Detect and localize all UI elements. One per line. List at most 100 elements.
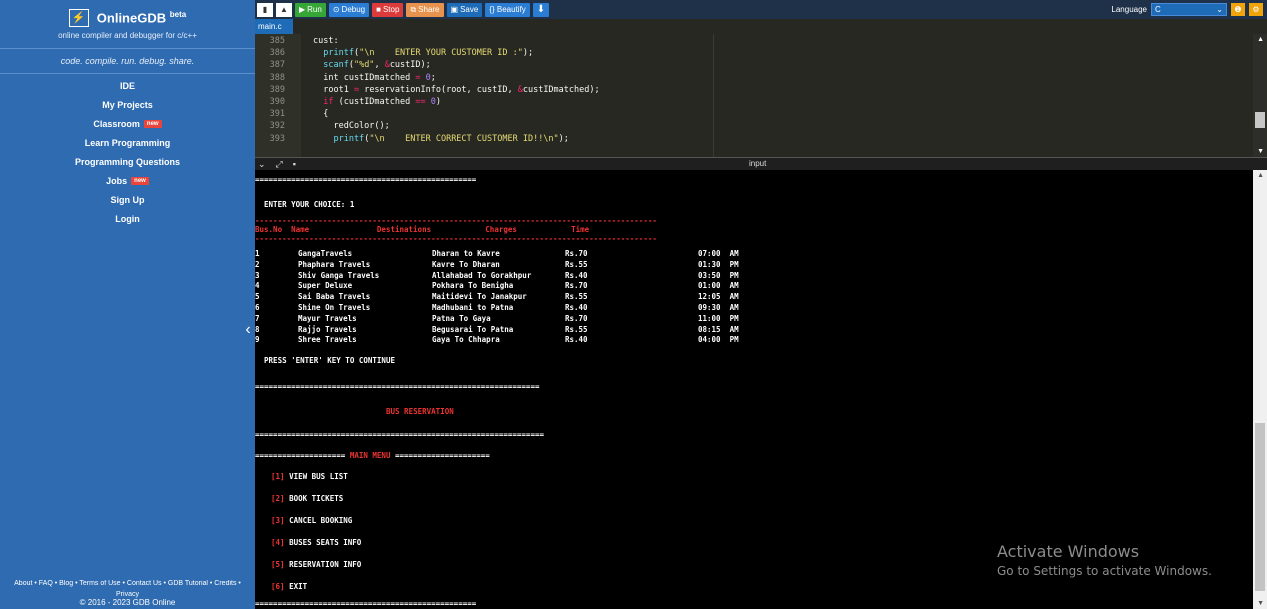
bus-table-cell: Rs.55 [565, 324, 588, 334]
nav-item-my-projects[interactable]: My Projects [0, 95, 255, 114]
logo[interactable]: ⚡ OnlineGDB beta [68, 8, 186, 27]
console-scroll-thumb[interactable] [1255, 423, 1265, 591]
line-number: 387 [269, 60, 285, 71]
nav-label: My Projects [102, 99, 153, 110]
settings-button[interactable]: ⚙ [1249, 3, 1263, 16]
footer-links[interactable]: About • FAQ • Blog • Terms of Use • Cont… [0, 580, 255, 587]
bolt-icon: ⚡ [68, 8, 89, 27]
share-button[interactable]: ⧉ Share [406, 2, 444, 17]
scroll-down-icon[interactable]: ▼ [1257, 600, 1264, 607]
share-icon: ⧉ [410, 4, 417, 14]
footer-privacy-link[interactable]: Privacy [0, 591, 255, 598]
bus-table-cell: Sai Baba Travels [298, 292, 371, 302]
bus-table-cell: 09:30 AM [698, 303, 739, 312]
debug-button[interactable]: ⊙ Debug [328, 2, 370, 17]
io-bar: ⌄ ⤢ ▪ input [255, 157, 1267, 170]
code-editor[interactable]: 385 cust: 386 printf("\n ENTER YOUR CUSTOM… [255, 34, 1267, 157]
bus-table-cell: Rs.70 [565, 249, 588, 258]
copyright: © 2016 - 2023 GDB Online [79, 598, 176, 607]
bus-table-cell: Rs.70 [565, 281, 588, 291]
brand-text: OnlineGDB [96, 10, 167, 26]
beta-tag: beta [169, 9, 187, 19]
bus-table-cell: GangaTravels [298, 249, 353, 258]
watermark-subtitle: Go to Settings to activate Windows. [997, 564, 1212, 578]
download-icon: ⬇ [536, 4, 546, 15]
brand-name: OnlineGDB beta [97, 10, 186, 25]
nav-label: Jobs [106, 175, 128, 186]
code-text: printf("\n ENTER CORRECT CUSTOMER ID!!\n… [313, 133, 569, 144]
bus-table-cell: 08:15 AM [698, 324, 739, 334]
bus-table-cell: 3 [255, 270, 260, 280]
run-button[interactable]: ▶ Run [295, 2, 326, 17]
choice-prompt: ENTER YOUR CHOICE: 1 [255, 200, 355, 209]
scroll-up-icon[interactable]: ▲ [1257, 172, 1264, 179]
editor-scroll-thumb[interactable] [1255, 112, 1265, 128]
clear-console-icon[interactable]: ▪ [293, 158, 296, 170]
upload-icon: ▲ [280, 5, 288, 14]
bus-table-cell: Rs.40 [565, 335, 588, 345]
bus-table-cell: Maitidevi To Janakpur [432, 292, 527, 302]
nav-item-sign-up[interactable]: Sign Up [0, 190, 255, 209]
console-scrollbar[interactable]: ▲ ▼ [1253, 170, 1267, 609]
collapse-io-icon[interactable]: ⌄ [258, 158, 266, 170]
nav-item-programming-questions[interactable]: Programming Questions [0, 152, 255, 171]
open-file-button[interactable]: ▲ [276, 2, 292, 17]
code-text: printf("\n ENTER YOUR CUSTOMER ID :"); [313, 48, 534, 59]
nav-item-ide[interactable]: IDE [0, 76, 255, 95]
bus-table-cell: Mayur Travels [298, 313, 357, 323]
chevron-down-icon: ⌄ [1216, 5, 1223, 14]
bus-table-cell: Madhubani to Patna [432, 303, 514, 312]
bus-table-cell: Phaphara Travels [298, 259, 371, 269]
tab-main-c[interactable]: main.c [255, 19, 293, 34]
nav-label: Learn Programming [84, 137, 171, 148]
press-enter-prompt: PRESS 'ENTER' KEY TO CONTINUE [255, 356, 395, 365]
nav-item-login[interactable]: Login [0, 209, 255, 228]
nav-item-classroom[interactable]: Classroom new [0, 114, 255, 133]
code-text: scanf("%d", &custID); [313, 60, 431, 71]
stop-button[interactable]: ■ Stop [372, 2, 404, 17]
bus-table-cell: Dharan to Kavre [432, 249, 500, 258]
language-select[interactable]: C ⌄ [1151, 3, 1227, 16]
info-button[interactable]: ❶ [1231, 3, 1245, 16]
bus-table-cell: 01:00 AM [698, 281, 739, 291]
nav-item-jobs[interactable]: Jobs new [0, 171, 255, 190]
menu-item: [5] RESERVATION INFO [271, 560, 362, 569]
collapse-sidebar-button[interactable]: ‹ [241, 313, 255, 347]
info-icon: ❶ [1234, 5, 1242, 14]
bus-table-cell: Rajjo Travels [298, 324, 357, 334]
new-badge: new [131, 176, 149, 185]
line-number: 386 [269, 48, 285, 59]
main-panel: ▮ ▲ ▶ Run ⊙ Debug ■ Stop ⧉ Share ▣ Save {} Be… [255, 0, 1267, 609]
rule-line: ========================================… [255, 599, 477, 608]
editor-scrollbar[interactable]: ▲ ▼ [1253, 34, 1267, 157]
language-picker: Language C ⌄ [1111, 3, 1227, 16]
scroll-up-icon[interactable]: ▲ [1257, 36, 1264, 43]
bus-table-cell: 12:05 AM [698, 292, 739, 302]
logo-area[interactable]: ⚡ OnlineGDB beta online compiler and deb… [0, 0, 255, 48]
save-button[interactable]: ▣ Save [446, 2, 483, 17]
rule-line: ========================================… [255, 430, 544, 439]
table-header: Bus.No Name Destinations Charges Time [255, 225, 590, 234]
rule-line: ========================================… [255, 382, 540, 391]
beautify-button[interactable]: {} Beautify [485, 2, 530, 17]
nav-label: IDE [119, 80, 135, 91]
nav-label: Programming Questions [74, 156, 181, 167]
new-file-button[interactable]: ▮ [257, 2, 273, 17]
language-value: C [1155, 5, 1161, 14]
save-icon: ▣ [450, 5, 459, 14]
expand-icon[interactable]: ⤢ [276, 158, 283, 170]
nav-item-learn-programming[interactable]: Learn Programming [0, 133, 255, 152]
download-button[interactable]: ⬇ [532, 2, 550, 17]
bus-table-cell: 7 [255, 313, 260, 323]
code-text: if (custIDmatched == 0) [313, 97, 441, 107]
watermark-title: Activate Windows [997, 542, 1140, 561]
bus-table-cell: Shine On Travels [298, 303, 371, 312]
bus-table-cell: Allahabad To Gorakhpur [432, 270, 532, 280]
io-controls: ⌄ ⤢ ▪ [258, 158, 296, 170]
bus-table-cell: Shiv Ganga Travels [298, 270, 380, 280]
console-title: BUS RESERVATION [386, 407, 454, 416]
nav-label: Login [115, 213, 140, 224]
bus-table-cell: Rs.40 [565, 303, 588, 312]
print-margin [713, 34, 714, 157]
scroll-down-icon[interactable]: ▼ [1257, 148, 1264, 155]
